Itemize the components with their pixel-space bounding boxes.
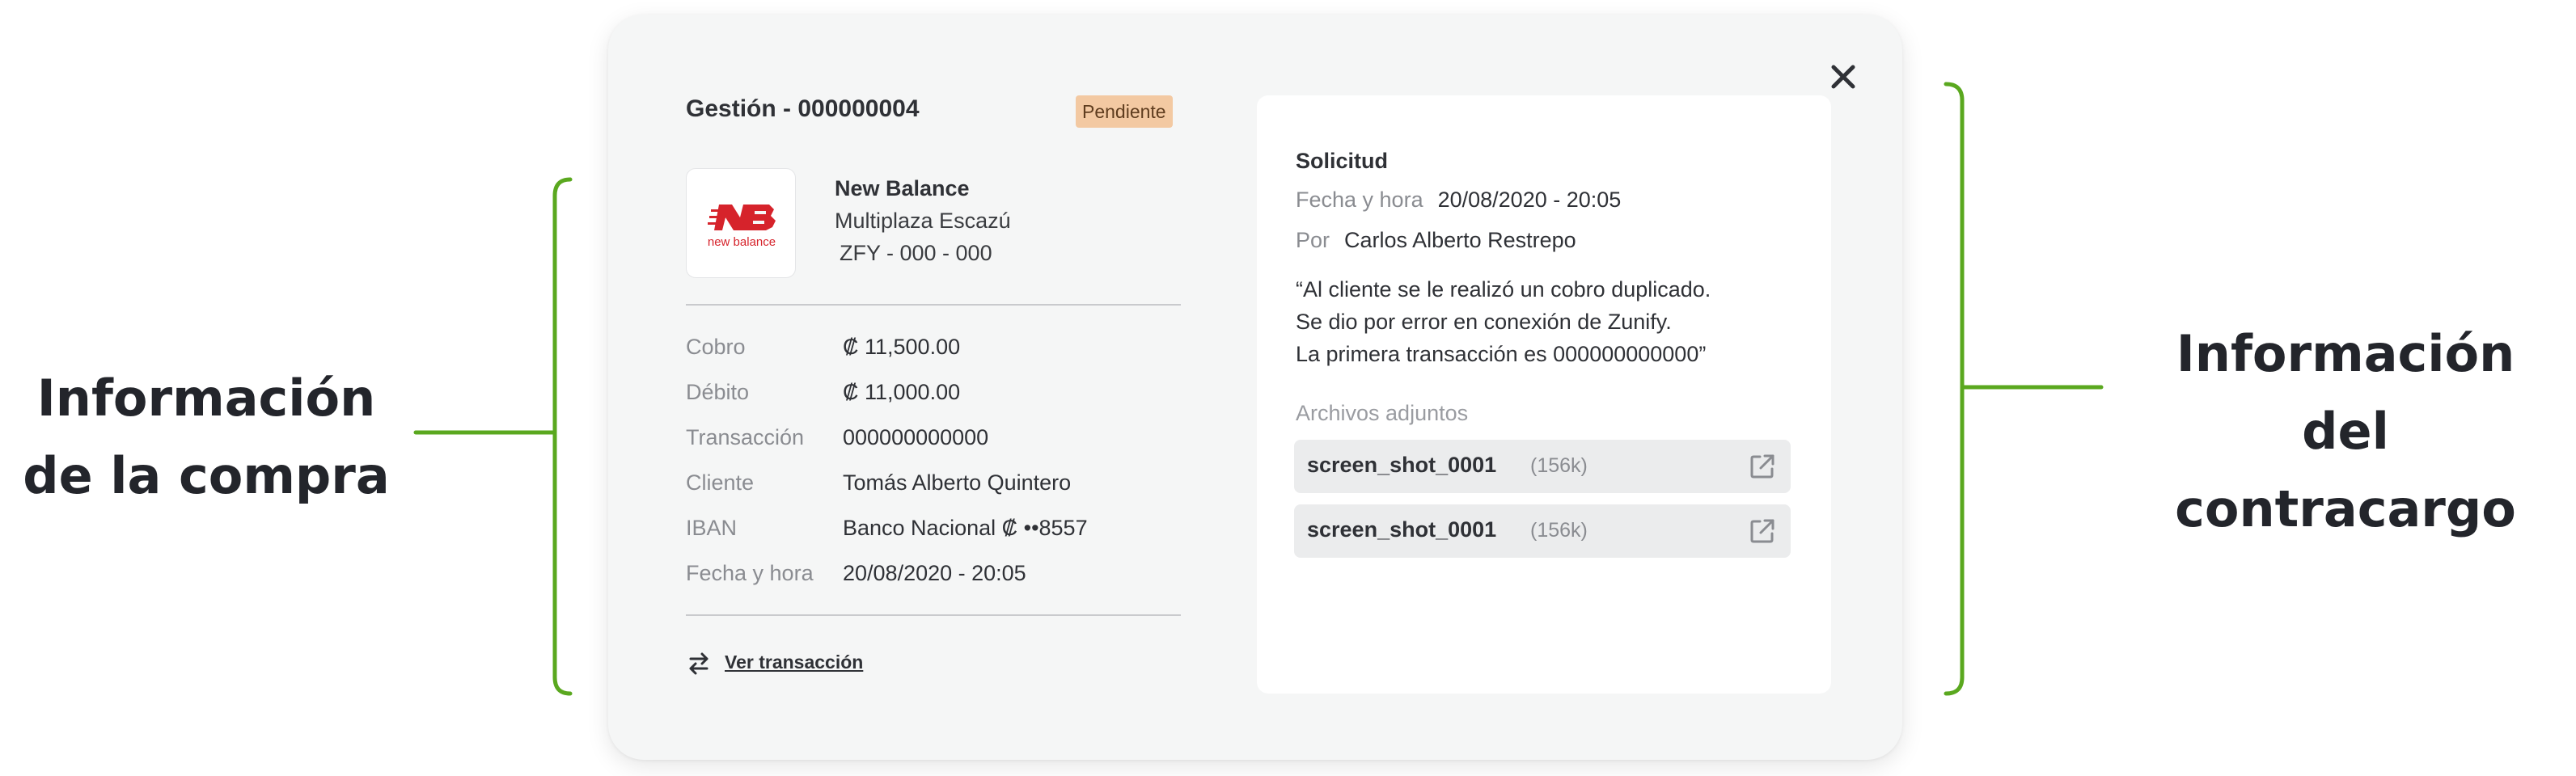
request-message-line: “Al cliente se le realizó un cobro dupli… — [1296, 277, 1711, 302]
detail-row-transaccion: Transacción 000000000000 — [686, 425, 1181, 458]
attachment-name: screen_shot_0001 — [1307, 453, 1497, 477]
external-link-icon[interactable] — [1749, 453, 1776, 480]
divider — [686, 304, 1181, 306]
detail-row-debito: Débito ₡ 11,000.00 — [686, 380, 1181, 412]
attachment-name: screen_shot_0001 — [1307, 517, 1497, 542]
merchant-logo: new balance — [686, 168, 796, 278]
request-author-label: Por — [1296, 228, 1330, 252]
chargeback-modal: Gestión - 000000004 Pendiente new balanc… — [608, 15, 1902, 760]
logo-text: new balance — [708, 235, 776, 249]
detail-value: 000000000000 — [843, 425, 989, 449]
detail-label: Fecha y hora — [686, 561, 814, 585]
close-icon — [1831, 65, 1855, 89]
request-message-line: Se dio por error en conexión de Zunify. — [1296, 310, 1672, 334]
stage: Información de la compra Información del… — [0, 0, 2576, 776]
detail-value: ₡ 11,000.00 — [843, 380, 961, 404]
request-date: Fecha y hora 20/08/2020 - 20:05 — [1296, 188, 1621, 213]
detail-row-cobro: Cobro ₡ 11,500.00 — [686, 335, 1181, 367]
external-link-icon[interactable] — [1749, 517, 1776, 545]
detail-label: Cobro — [686, 335, 746, 359]
detail-label: Débito — [686, 380, 750, 404]
case-title: Gestión - 000000004 — [686, 95, 920, 122]
merchant-location: Multiplaza Escazú — [835, 209, 1011, 233]
detail-value: ₡ 11,500.00 — [843, 335, 961, 359]
attachments-title: Archivos adjuntos — [1296, 401, 1469, 425]
detail-label: Transacción — [686, 425, 805, 449]
right-bracket — [1944, 82, 1965, 696]
annotation-chargeback-info: Información del contracargo — [2127, 315, 2564, 548]
attachment-size: (156k) — [1530, 454, 1588, 477]
annotation-right-line2: del contracargo — [2175, 402, 2516, 538]
attachment-item[interactable]: screen_shot_0001 (156k) — [1294, 440, 1791, 493]
annotation-right-line1: Información — [2176, 324, 2515, 383]
request-author: Por Carlos Alberto Restrepo — [1296, 228, 1576, 253]
merchant-name: New Balance — [835, 176, 970, 200]
divider — [686, 614, 1181, 616]
request-author-value: Carlos Alberto Restrepo — [1344, 228, 1576, 252]
request-title: Solicitud — [1296, 149, 1388, 173]
detail-row-cliente: Cliente Tomás Alberto Quintero — [686, 470, 1181, 503]
detail-label: Cliente — [686, 470, 755, 495]
request-date-value: 20/08/2020 - 20:05 — [1437, 188, 1622, 212]
request-date-label: Fecha y hora — [1296, 188, 1423, 212]
request-message: “Al cliente se le realizó un cobro dupli… — [1296, 273, 1797, 370]
attachment-item[interactable]: screen_shot_0001 (156k) — [1294, 504, 1791, 558]
detail-label: IBAN — [686, 516, 738, 540]
detail-row-fecha: Fecha y hora 20/08/2020 - 20:05 — [686, 561, 1181, 593]
request-message-line: La primera transacción es 000000000000” — [1296, 342, 1707, 366]
see-transaction-label[interactable]: Ver transacción — [725, 652, 863, 673]
detail-value: Tomás Alberto Quintero — [843, 470, 1072, 495]
status-badge: Pendiente — [1076, 95, 1173, 128]
merchant-code: ZFY - 000 - 000 — [840, 241, 992, 265]
new-balance-logo-icon: new balance — [708, 205, 776, 249]
chargeback-request-panel: Solicitud Fecha y hora 20/08/2020 - 20:05… — [1257, 95, 1831, 694]
detail-value: Banco Nacional ₡ ••8557 — [843, 516, 1088, 540]
close-button[interactable] — [1825, 59, 1861, 95]
detail-row-iban: IBAN Banco Nacional ₡ ••8557 — [686, 516, 1181, 548]
attachment-size: (156k) — [1530, 519, 1588, 542]
left-bracket — [552, 177, 573, 696]
detail-value: 20/08/2020 - 20:05 — [843, 561, 1026, 585]
swap-arrows-icon — [689, 652, 709, 675]
